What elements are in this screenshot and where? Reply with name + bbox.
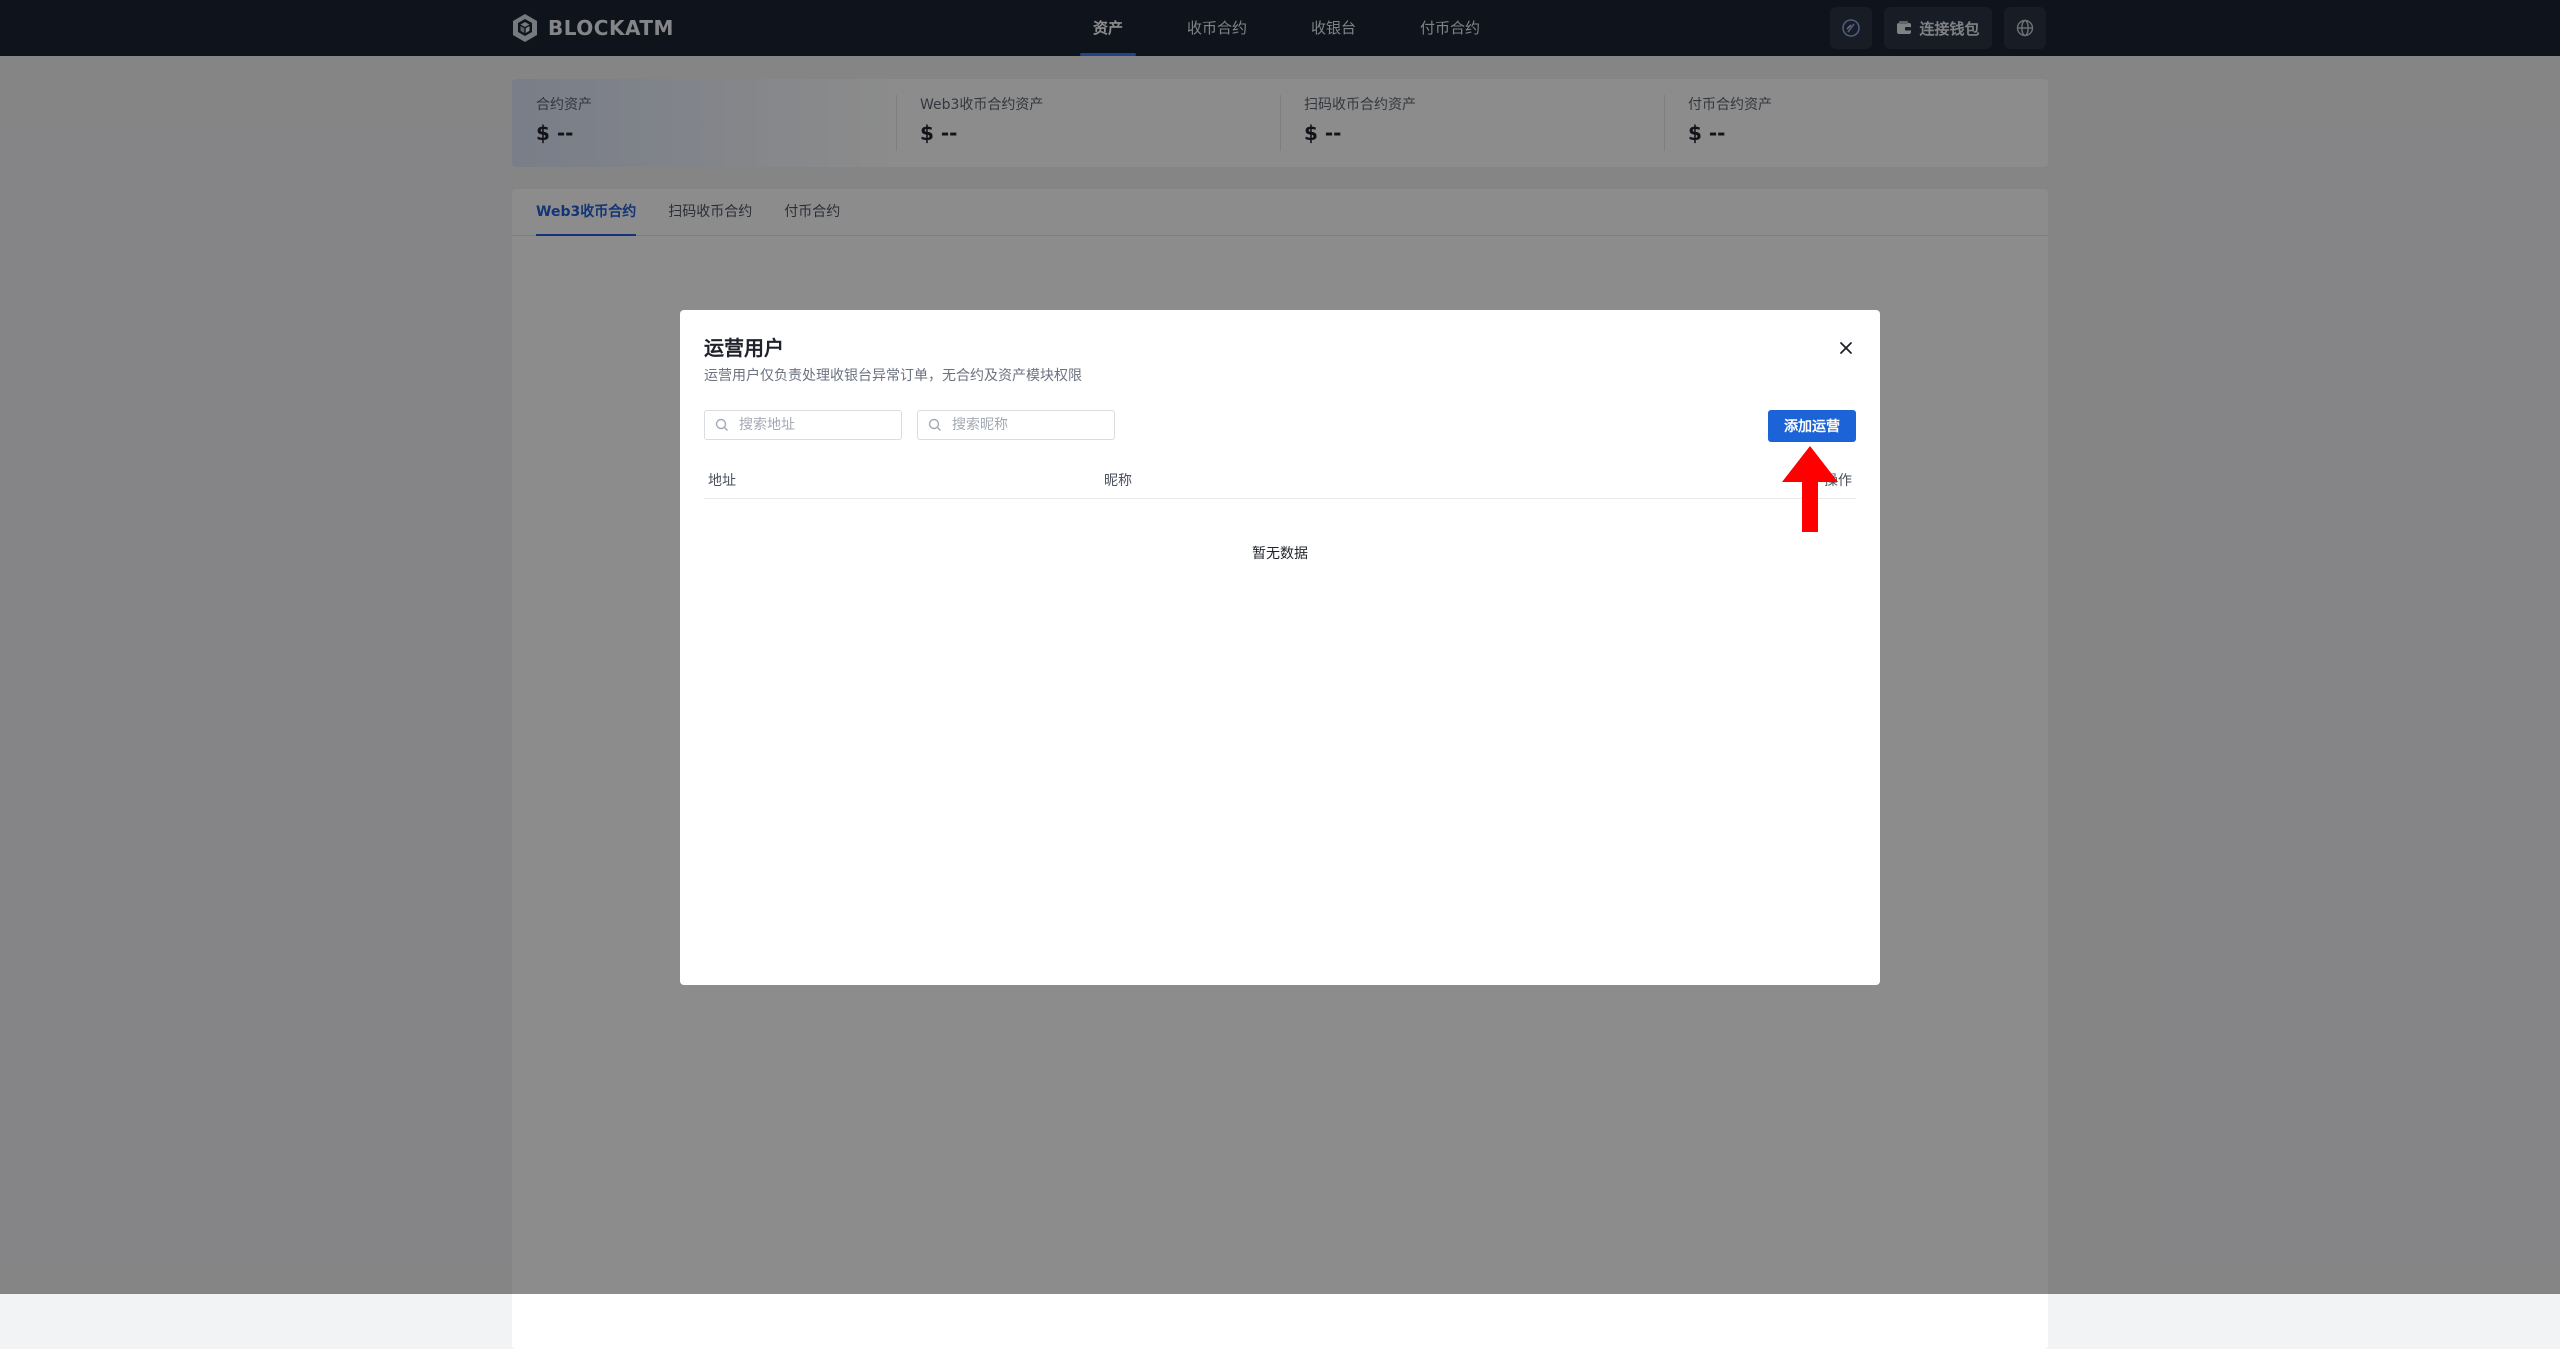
empty-state-text: 暂无数据 [1252, 546, 1308, 562]
close-icon [1840, 342, 1852, 354]
column-header-nickname: 昵称 [1104, 473, 1132, 489]
search-icon [928, 418, 941, 431]
search-address-box [704, 410, 902, 440]
column-header-address: 地址 [708, 473, 736, 489]
search-address-input[interactable] [737, 416, 891, 434]
search-icon [715, 418, 728, 431]
search-nickname-box [917, 410, 1115, 440]
add-operator-button[interactable]: 添加运营 [1768, 410, 1856, 442]
operator-users-modal: 运营用户 运营用户仅负责处理收银台异常订单，无合约及资产模块权限 添加运营 地址… [680, 310, 1880, 985]
search-nickname-input[interactable] [950, 416, 1104, 434]
modal-title: 运营用户 [704, 336, 784, 360]
modal-subtitle: 运营用户仅负责处理收银台异常订单，无合约及资产模块权限 [704, 368, 1082, 384]
table-header: 地址 昵称 操作 [704, 462, 1856, 499]
annotation-arrow-icon [1782, 446, 1838, 532]
close-button[interactable] [1834, 336, 1858, 360]
